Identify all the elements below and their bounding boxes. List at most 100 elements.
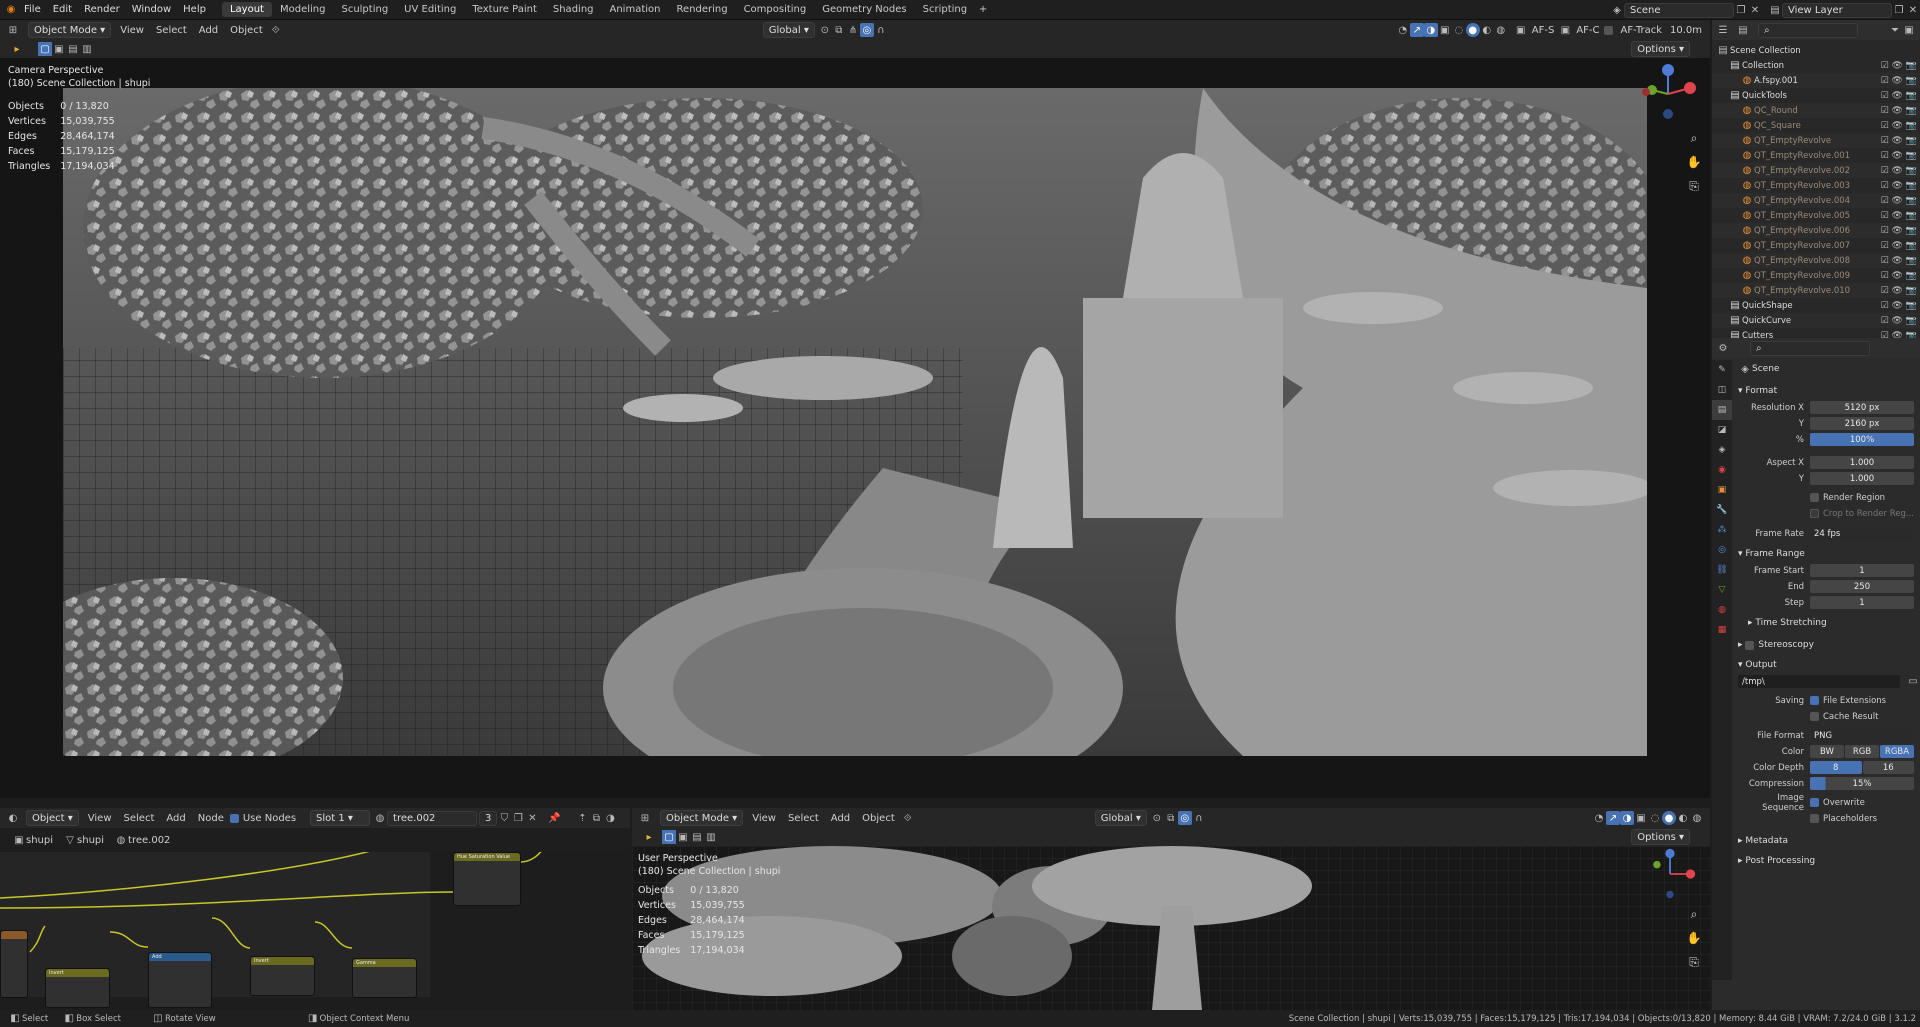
object-tab-icon[interactable]: ▣	[1712, 480, 1732, 500]
new-collection-icon[interactable]: ▣	[1902, 23, 1916, 37]
scene-tab-icon[interactable]: ◈	[1712, 440, 1732, 460]
vp2-navigation-gizmo[interactable]	[1642, 846, 1698, 902]
3d-viewport[interactable]: Camera Perspective (180) Scene Collectio…	[0, 58, 1710, 798]
data-tab-icon[interactable]: ▽	[1712, 580, 1732, 600]
vp2-gp-icon[interactable]: ⟐	[901, 811, 915, 825]
output-panel-header[interactable]: ▾ Output	[1734, 656, 1920, 674]
menu-file[interactable]: File	[18, 4, 47, 15]
visibility-toggles[interactable]: ☑ 👁 📷	[1881, 136, 1917, 146]
parent-node-icon[interactable]: ⇡	[575, 811, 589, 825]
visibility-toggles[interactable]: ☑ 👁 📷	[1881, 91, 1917, 101]
tab-rendering[interactable]: Rendering	[668, 2, 735, 17]
visibility-toggles[interactable]: ☑ 👁 📷	[1881, 316, 1917, 326]
outliner-item[interactable]: ◍ QT_EmptyRevolve.010 ☑ 👁 📷	[1712, 283, 1920, 298]
shading-rendered-icon[interactable]: ◍	[1494, 23, 1508, 37]
resolution-pct-slider[interactable]: 100%	[1810, 433, 1914, 446]
material-tab-icon[interactable]: ◍	[1712, 600, 1732, 620]
visibility-toggles[interactable]: ☑ 👁 📷	[1881, 121, 1917, 131]
metadata-panel[interactable]: ▸ Metadata	[1734, 832, 1920, 850]
select-mode-intersect-icon[interactable]: ▥	[80, 42, 94, 56]
vp-menu-object[interactable]: Object	[224, 25, 269, 36]
visibility-toggles[interactable]: ☑ 👁 📷	[1881, 106, 1917, 116]
gp-icon[interactable]: ⟐	[269, 23, 283, 37]
vp2-menu-view[interactable]: View	[746, 813, 782, 824]
depth-8-button[interactable]: 8	[1810, 761, 1862, 774]
world-tab-icon[interactable]: ◉	[1712, 460, 1732, 480]
shading-wire-icon[interactable]: ◌	[1452, 23, 1466, 37]
color-bw-button[interactable]: BW	[1810, 745, 1844, 758]
proportional-edit-icon[interactable]: ◎	[859, 23, 874, 37]
time-stretching-panel[interactable]: ▸ Time Stretching	[1734, 614, 1920, 632]
outliner-item[interactable]: ▤ QuickShape ☑ 👁 📷	[1712, 298, 1920, 313]
vp2-mode-selector[interactable]: Object Mode ▾	[660, 810, 744, 826]
outliner-item[interactable]: ▤ QuickTools ☑ 👁 📷	[1712, 88, 1920, 103]
particles-tab-icon[interactable]: ⁂	[1712, 520, 1732, 540]
view-layer-selector[interactable]: View Layer	[1782, 2, 1892, 18]
vp2-camera-icon[interactable]: ⎘	[1684, 952, 1704, 972]
tab-layout[interactable]: Layout	[221, 2, 272, 17]
add-workspace-icon[interactable]: +	[975, 3, 991, 17]
visibility-icon[interactable]: ◔	[1396, 23, 1410, 37]
vp-menu-view[interactable]: View	[114, 25, 150, 36]
visibility-toggles[interactable]: ☑ 👁 📷	[1881, 271, 1917, 281]
visibility-toggles[interactable]: ☑ 👁 📷	[1881, 181, 1917, 191]
shading-material-icon[interactable]: ◐	[1480, 23, 1494, 37]
placeholders-checkbox[interactable]	[1810, 814, 1819, 823]
constraints-tab-icon[interactable]: ⛓	[1712, 560, 1732, 580]
visibility-toggles[interactable]: ☑ 👁 📷	[1881, 196, 1917, 206]
vp2-menu-object[interactable]: Object	[856, 813, 901, 824]
breadcrumb-mesh[interactable]: shupi	[77, 835, 104, 846]
resolution-x-field[interactable]: 5120 px	[1810, 401, 1914, 414]
visibility-toggles[interactable]: ☑ 👁 📷	[1881, 301, 1917, 311]
options-button[interactable]: Options ▾	[1631, 41, 1690, 57]
properties-editor-icon[interactable]: ⚙	[1716, 341, 1730, 355]
stereoscopy-panel[interactable]: ▸ Stereoscopy	[1734, 636, 1920, 654]
tab-scripting[interactable]: Scripting	[915, 2, 975, 17]
vp2-zoom-icon[interactable]: ⌕	[1684, 904, 1704, 924]
breadcrumb-material[interactable]: tree.002	[128, 835, 170, 846]
viewport2-canvas[interactable]: User Perspective (180) Scene Collection …	[632, 846, 1710, 1010]
resolution-y-field[interactable]: 2160 px	[1810, 417, 1914, 430]
outliner-item[interactable]: ▤ QuickCurve ☑ 👁 📷	[1712, 313, 1920, 328]
vp2-pivot-icon[interactable]: ⊙	[1150, 811, 1164, 825]
tab-uv-editing[interactable]: UV Editing	[396, 2, 464, 17]
duplicate-material-icon[interactable]: ❐	[511, 811, 525, 825]
vp2-options-button[interactable]: Options ▾	[1631, 829, 1690, 845]
format-panel-header[interactable]: ▾ Format	[1734, 382, 1920, 400]
use-nodes-checkbox[interactable]	[229, 813, 239, 823]
frame-start-field[interactable]: 1	[1810, 564, 1914, 577]
depth-16-button[interactable]: 16	[1862, 761, 1914, 774]
outliner-item[interactable]: ◍ QT_EmptyRevolve.009 ☑ 👁 📷	[1712, 268, 1920, 283]
physics-tab-icon[interactable]: ◎	[1712, 540, 1732, 560]
shading-solid-icon[interactable]: ●	[1465, 23, 1480, 37]
zoom-icon[interactable]: ⌕	[1684, 128, 1704, 148]
outliner-item[interactable]: ◍ QT_EmptyRevolve.005 ☑ 👁 📷	[1712, 208, 1920, 223]
vp2-menu-add[interactable]: Add	[825, 813, 856, 824]
vp2-proportional-icon[interactable]: ◎	[1177, 811, 1192, 825]
material-icon[interactable]: ◍	[373, 811, 387, 825]
af-s-toggle[interactable]: AF-S	[1528, 25, 1559, 36]
modifier-tab-icon[interactable]: 🔧	[1712, 500, 1732, 520]
pan-icon[interactable]: ✋	[1684, 152, 1704, 172]
visibility-toggles[interactable]: ☑ 👁 📷	[1881, 166, 1917, 176]
vp2-pan-icon[interactable]: ✋	[1684, 928, 1704, 948]
af-c-toggle[interactable]: AF-C	[1572, 25, 1603, 36]
vp2-select-new-icon[interactable]: ▢	[662, 830, 676, 844]
menu-window[interactable]: Window	[126, 4, 177, 15]
shader-type-selector[interactable]: Object ▾	[26, 810, 79, 826]
frame-end-field[interactable]: 250	[1810, 580, 1914, 593]
close-scene-icon[interactable]: ✕	[1748, 3, 1762, 17]
vp2-tool-select-icon[interactable]: ▸	[642, 830, 656, 844]
shader-editor-type-icon[interactable]: ◐	[6, 811, 20, 825]
vp2-shading-wire-icon[interactable]: ◌	[1648, 811, 1662, 825]
pivot-icon[interactable]: ⊙	[818, 23, 832, 37]
outliner-item[interactable]: ◍ QT_EmptyRevolve.008 ☑ 👁 📷	[1712, 253, 1920, 268]
outliner-item[interactable]: ◍ QT_EmptyRevolve.004 ☑ 👁 📷	[1712, 193, 1920, 208]
snap-node-icon[interactable]: ⧉	[589, 811, 603, 825]
vp2-shading-solid-icon[interactable]: ●	[1662, 811, 1676, 825]
vp2-snap-icon[interactable]: ⧉	[1164, 811, 1178, 825]
outliner-item[interactable]: ◍ QC_Round ☑ 👁 📷	[1712, 103, 1920, 118]
pin-icon[interactable]: 📌	[547, 811, 561, 825]
aspect-x-field[interactable]: 1.000	[1810, 456, 1914, 469]
3d-viewport-secondary[interactable]: ⊞ Object Mode ▾ View Select Add Object ⟐…	[632, 808, 1710, 1010]
